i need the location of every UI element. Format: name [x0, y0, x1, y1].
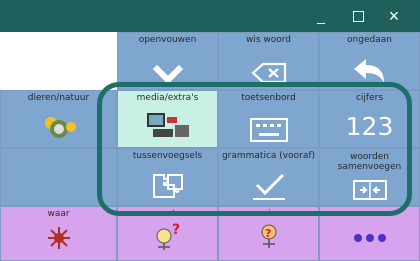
- title-bar: _ ×: [0, 0, 420, 32]
- close-button[interactable]: ×: [377, 0, 411, 32]
- svg-text:?: ?: [172, 222, 180, 238]
- keyboard-icon: [219, 117, 318, 143]
- more-icon: [320, 232, 419, 244]
- cell-label: wat: [159, 209, 176, 219]
- numbers-icon: 123: [320, 112, 419, 141]
- cell-openvouwen[interactable]: openvouwen: [117, 32, 218, 90]
- cell-ongedaan[interactable]: ongedaan: [319, 32, 420, 90]
- cell-label: wie: [260, 209, 277, 219]
- cell-label: waar: [47, 209, 70, 219]
- cell-toetsenbord[interactable]: toetsenbord: [218, 90, 319, 148]
- cell-media-extras[interactable]: media/extra's: [117, 90, 218, 148]
- puzzle-icon: [118, 171, 217, 201]
- cell-cijfers[interactable]: cijfers 123: [319, 90, 420, 148]
- cell-wat[interactable]: wat ?: [117, 206, 218, 261]
- cell-label: cijfers: [355, 93, 384, 103]
- cell-label: grammatica (vooraf): [221, 151, 316, 161]
- merge-icon: [320, 177, 419, 201]
- cell-label: media/extra's: [136, 93, 199, 103]
- maximize-icon: [352, 10, 364, 22]
- cell-waar[interactable]: waar: [0, 206, 117, 261]
- media-icon: [118, 109, 217, 143]
- maximize-button[interactable]: [341, 0, 375, 32]
- question-person-icon: ?: [219, 222, 318, 252]
- cell-label: tussenvoegsels: [132, 151, 203, 161]
- cell-label: dieren/natuur: [27, 93, 90, 103]
- cell-label: woorden samenvoegen: [337, 152, 402, 172]
- backspace-icon: [219, 61, 318, 85]
- undo-icon: [320, 57, 419, 85]
- chevron-down-icon: [118, 63, 217, 85]
- question-person-icon: ?: [118, 222, 217, 252]
- cell-tussenvoegsels[interactable]: tussenvoegsels: [117, 148, 218, 206]
- svg-text:?: ?: [265, 227, 271, 240]
- numbers-value: 123: [345, 112, 394, 141]
- cell-wie[interactable]: wie ?: [218, 206, 319, 261]
- cell-empty[interactable]: [0, 148, 117, 206]
- cell-label: wis woord: [245, 35, 292, 45]
- nature-icon: [1, 111, 116, 143]
- cell-woorden-samenvoegen[interactable]: woorden samenvoegen: [319, 148, 420, 206]
- cell-grammatica[interactable]: grammatica (vooraf): [218, 148, 319, 206]
- minimize-button[interactable]: _: [304, 0, 338, 32]
- cell-dieren-natuur[interactable]: dieren/natuur: [0, 90, 117, 148]
- cell-label: ongedaan: [347, 35, 392, 45]
- cell-label: toetsenbord: [241, 93, 296, 103]
- cell-more[interactable]: [319, 206, 420, 261]
- location-icon: [1, 226, 116, 250]
- text-area[interactable]: [0, 32, 118, 90]
- cell-wis-woord[interactable]: wis woord: [218, 32, 319, 90]
- cell-label: openvouwen: [138, 35, 197, 45]
- checkmark-icon: [219, 171, 318, 201]
